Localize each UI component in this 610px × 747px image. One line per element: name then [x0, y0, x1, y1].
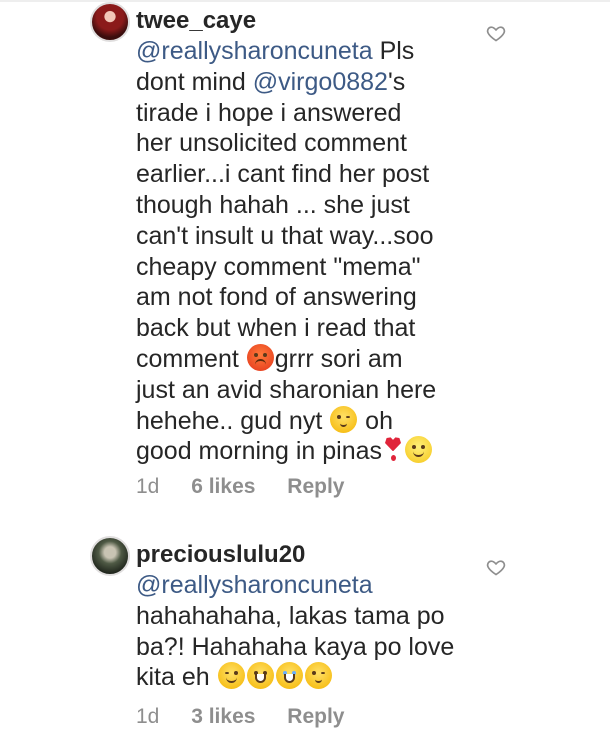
comment-time: 1d	[136, 475, 160, 498]
comment-text: @reallysharoncuneta Pls dont mind @virgo…	[136, 37, 437, 466]
reply-button[interactable]: Reply	[287, 705, 344, 728]
likes-count[interactable]: 6 likes	[191, 475, 255, 498]
comment-username[interactable]: twee_caye	[136, 7, 256, 35]
likes-count[interactable]: 3 likes	[191, 705, 255, 728]
winking-face-icon	[217, 662, 245, 690]
avatar[interactable]	[90, 536, 130, 576]
mention-link[interactable]: @reallysharoncuneta	[136, 37, 373, 65]
comment-meta: 1d 3 likes Reply	[136, 704, 370, 730]
reply-button[interactable]: Reply	[287, 475, 344, 498]
grinning-sweat-face-icon	[246, 662, 274, 690]
comment-time: 1d	[136, 705, 160, 728]
angry-face-icon	[246, 343, 274, 371]
kissing-face-icon	[330, 405, 358, 433]
comment-text: @reallysharoncuneta hahahahaha, lakas ta…	[136, 571, 455, 692]
kissing-face-icon	[304, 662, 332, 690]
smiling-face-icon	[405, 436, 432, 464]
top-divider	[0, 0, 610, 2]
avatar[interactable]	[90, 2, 130, 42]
joy-face-icon	[275, 662, 303, 690]
mention-link[interactable]: @virgo0882	[253, 68, 388, 96]
mention-link[interactable]: @reallysharoncuneta	[136, 571, 373, 599]
comment-username[interactable]: preciouslulu20	[136, 541, 305, 569]
heart-exclamation-icon	[382, 436, 404, 463]
comment-meta: 1d 6 likes Reply	[136, 474, 370, 500]
